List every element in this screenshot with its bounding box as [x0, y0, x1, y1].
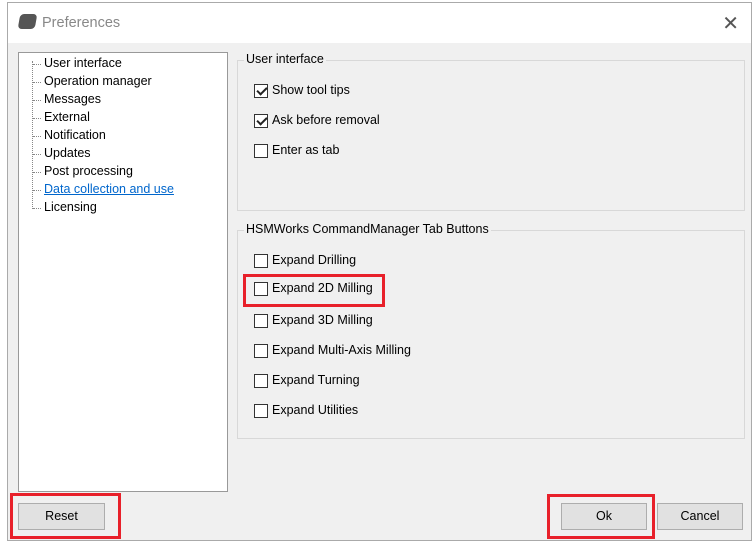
preferences-dialog: Preferences ✕ User interface Operation m… [7, 2, 752, 541]
expand-multi-axis-milling-checkbox[interactable]: Expand Multi-Axis Milling [254, 343, 411, 358]
tree-item-data-collection[interactable]: Data collection and use [33, 182, 174, 196]
tree-lines [32, 61, 33, 209]
dialog-title: Preferences [42, 15, 121, 31]
highlight-reset [10, 493, 121, 539]
checkbox-label: Ask before removal [272, 113, 380, 127]
checkbox-icon [254, 403, 268, 418]
title-bar: Preferences ✕ [8, 3, 751, 43]
tree-item-updates[interactable]: Updates [33, 146, 91, 160]
checkbox-label: Expand Multi-Axis Milling [272, 343, 411, 357]
tree-item-notification[interactable]: Notification [33, 128, 106, 142]
checkbox-label: Show tool tips [272, 83, 350, 97]
tree-item-licensing[interactable]: Licensing [33, 200, 97, 214]
checkbox-icon [254, 253, 268, 268]
show-tool-tips-checkbox[interactable]: Show tool tips [254, 83, 350, 98]
expand-3d-milling-checkbox[interactable]: Expand 3D Milling [254, 313, 373, 328]
tree-item-operation-manager[interactable]: Operation manager [33, 74, 152, 88]
highlight-expand-2d-milling [243, 274, 385, 307]
commandmanager-group: HSMWorks CommandManager Tab Buttons Expa… [237, 222, 745, 439]
preferences-tree: User interface Operation manager Message… [18, 52, 228, 492]
cancel-button[interactable]: Cancel [657, 503, 743, 530]
enter-as-tab-checkbox[interactable]: Enter as tab [254, 143, 339, 158]
checkbox-label: Expand 3D Milling [272, 313, 373, 327]
user-interface-group: User interface Show tool tips Ask before… [237, 52, 745, 211]
checkbox-icon [254, 143, 268, 158]
checkbox-icon [254, 373, 268, 388]
group-label: User interface [244, 52, 326, 66]
checkbox-icon [254, 343, 268, 358]
expand-turning-checkbox[interactable]: Expand Turning [254, 373, 360, 388]
expand-utilities-checkbox[interactable]: Expand Utilities [254, 403, 358, 418]
checkbox-label: Expand Utilities [272, 403, 359, 417]
checkbox-checked-icon [254, 83, 268, 98]
close-icon[interactable]: ✕ [722, 11, 739, 36]
app-logo-icon [17, 14, 38, 29]
tree-item-external[interactable]: External [33, 110, 90, 124]
checkbox-checked-icon [254, 113, 268, 128]
checkbox-label: Expand Turning [272, 373, 360, 387]
tree-item-messages[interactable]: Messages [33, 92, 101, 106]
expand-drilling-checkbox[interactable]: Expand Drilling [254, 253, 356, 268]
tree-item-post-processing[interactable]: Post processing [33, 164, 133, 178]
ask-before-removal-checkbox[interactable]: Ask before removal [254, 113, 380, 128]
checkbox-icon [254, 313, 268, 328]
tree-item-user-interface[interactable]: User interface [33, 56, 122, 70]
checkbox-label: Expand Drilling [272, 253, 357, 267]
highlight-ok [547, 494, 655, 539]
group-label: HSMWorks CommandManager Tab Buttons [244, 222, 491, 236]
checkbox-label: Enter as tab [272, 143, 340, 157]
